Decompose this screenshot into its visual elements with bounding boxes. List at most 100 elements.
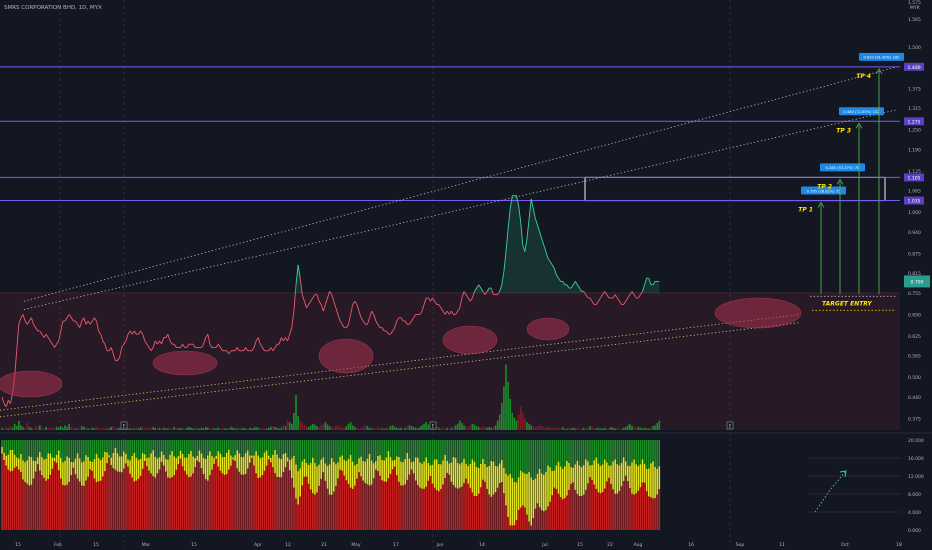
osc-bar-segment <box>288 470 291 530</box>
osc-bar-segment <box>372 440 375 464</box>
volume-bar <box>207 427 209 430</box>
osc-bar-segment <box>654 498 656 530</box>
osc-bar-segment <box>278 458 280 478</box>
volume-bar <box>601 428 604 430</box>
volume-bar <box>427 424 430 430</box>
osc-bar-segment <box>171 440 173 451</box>
osc-bar-segment <box>333 461 335 492</box>
osc-bar-segment <box>47 453 49 479</box>
osc-bar-segment <box>156 440 159 459</box>
osc-bar-segment <box>95 453 98 483</box>
price-axis-label: 0.875 <box>908 251 921 257</box>
osc-bar-segment <box>383 460 385 482</box>
osc-bar-segment <box>471 492 474 530</box>
osc-bar-segment <box>171 477 173 530</box>
osc-bar-segment <box>261 457 264 476</box>
osc-bar-segment <box>301 485 304 530</box>
osc-bar-segment <box>139 475 142 530</box>
osc-bar-segment <box>513 440 516 482</box>
osc-bar-segment <box>198 440 201 451</box>
volume-bar <box>267 427 270 430</box>
price-axis-label: 0.440 <box>908 395 921 401</box>
osc-bar-segment <box>131 440 133 457</box>
volume-bar <box>509 398 511 430</box>
time-axis-label: 17 <box>393 542 399 548</box>
osc-bar-segment <box>95 440 98 454</box>
volume-bar <box>366 426 369 430</box>
osc-bar-segment <box>589 440 591 466</box>
osc-bar-segment <box>482 479 484 530</box>
osc-bar-segment <box>496 440 499 467</box>
osc-bar-segment <box>249 440 251 456</box>
osc-bar-segment <box>47 478 49 530</box>
volume-bar <box>629 423 631 430</box>
osc-bar-segment <box>519 507 522 530</box>
osc-bar-segment <box>76 440 79 454</box>
volume-bar <box>116 428 119 430</box>
volume-bar <box>375 428 377 430</box>
osc-bar-segment <box>97 440 100 458</box>
osc-bar-segment <box>582 494 585 530</box>
volume-bar <box>282 425 285 430</box>
osc-bar-segment <box>26 483 28 530</box>
osc-bar-segment <box>345 440 348 462</box>
osc-bar-segment <box>335 464 337 486</box>
volume-bar <box>95 426 98 430</box>
osc-bar-segment <box>595 457 598 489</box>
osc-bar-segment <box>442 440 444 461</box>
osc-bar-segment <box>404 484 406 530</box>
volume-bar <box>547 426 549 430</box>
osc-bar-segment <box>278 477 280 530</box>
osc-bar-segment <box>253 465 255 530</box>
osc-bar-segment <box>270 457 272 463</box>
osc-bar-segment <box>410 469 413 530</box>
osc-bar-segment <box>601 440 604 465</box>
osc-bar-segment <box>307 440 310 465</box>
osc-bar-segment <box>257 440 259 456</box>
osc-bar-segment <box>99 460 102 481</box>
osc-bar-segment <box>368 485 371 530</box>
osc-bar-segment <box>265 450 268 466</box>
osc-bar-segment <box>83 461 85 486</box>
osc-bar-segment <box>446 472 448 530</box>
volume-bar <box>641 428 644 430</box>
osc-bar-segment <box>66 484 68 530</box>
osc-bar-segment <box>74 474 77 530</box>
osc-bar-segment <box>435 490 438 530</box>
osc-bar-segment <box>221 456 224 474</box>
volume-bar <box>444 428 446 430</box>
osc-bar-segment <box>267 455 270 460</box>
osc-bar-segment <box>591 464 593 480</box>
osc-bar-segment <box>72 461 75 468</box>
osc-bar-segment <box>320 440 322 460</box>
osc-bar-segment <box>477 467 480 494</box>
osc-bar-segment <box>414 480 417 530</box>
volume-bar <box>87 428 89 430</box>
osc-bar-segment <box>406 452 409 480</box>
volume-bar <box>396 427 398 430</box>
osc-bar-segment <box>656 440 658 469</box>
osc-bar-segment <box>444 440 446 455</box>
volume-bar <box>104 428 106 430</box>
osc-bar-segment <box>7 454 10 470</box>
time-axis-label: 12 <box>285 542 291 548</box>
osc-bar-segment <box>482 458 484 480</box>
volume-bar <box>66 426 68 430</box>
osc-bar-segment <box>624 440 627 462</box>
osc-bar-segment <box>228 449 230 470</box>
price-chart[interactable]: 1.4301.2751.1051.035 0.795 (28.82%) 75TP… <box>0 0 932 550</box>
osc-bar-segment <box>204 458 207 480</box>
volume-bar <box>505 364 507 430</box>
osc-bar-segment <box>406 479 409 530</box>
volume-bar <box>473 424 476 430</box>
osc-bar-segment <box>144 440 146 455</box>
osc-bar-segment <box>335 440 337 465</box>
osc-bar-segment <box>123 451 125 469</box>
volume-bar <box>408 425 411 430</box>
osc-bar-segment <box>433 487 436 530</box>
osc-bar-segment <box>366 458 369 485</box>
osc-bar-segment <box>393 466 396 530</box>
osc-bar-segment <box>375 440 377 462</box>
osc-bar-segment <box>165 440 167 459</box>
price-axis-label: 1.000 <box>908 210 921 216</box>
